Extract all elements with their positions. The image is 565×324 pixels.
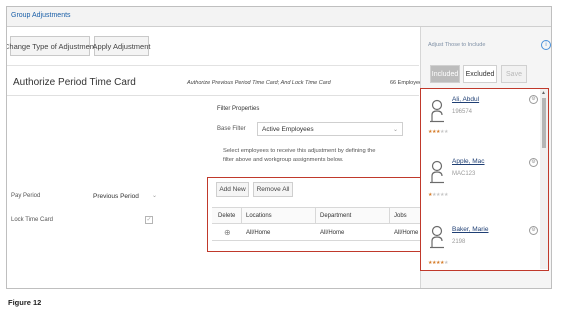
employee-id: 196574 [452,109,473,115]
star-empty-icon: ★ [443,260,448,266]
table-row: ⊕ All/Home All/Home All/Home [212,225,425,241]
gear-icon[interactable]: ⚙ [529,226,538,235]
column-header-jobs: Jobs [394,213,407,219]
panel-heading: Adjust Those to Include [428,42,486,48]
pay-period-value: Previous Period [93,192,139,200]
apply-adjustment-button[interactable]: Apply Adjustment [93,36,150,56]
base-filter-value: Active Employees [262,125,314,133]
rating-stars: ★★★★★ [428,129,448,135]
person-outline-icon [430,99,444,123]
row-locations: All/Home [246,230,271,236]
tab-save[interactable]: Save [501,65,527,83]
remove-all-button[interactable]: Remove All [253,182,293,197]
gear-icon[interactable]: ⚙ [529,158,538,167]
star-empty-icon: ★ [443,129,448,135]
pay-period-select[interactable]: Previous Period ⌄ [89,189,161,203]
employee-id: MAC123 [452,171,476,177]
toolbar-divider [7,65,419,66]
info-circle-icon[interactable]: i [541,40,551,50]
person-outline-icon [430,160,444,184]
workgroup-table-header: Delete Locations Department Jobs [212,207,425,224]
list-item[interactable]: Apple, Mac MAC123 ★★★★★ ⚙ [421,155,538,215]
lock-time-card-label: Lock Time Card [11,217,54,223]
rating-stars: ★★★★★ [428,192,448,198]
filter-help-text: Select employees to receive this adjustm… [223,148,376,163]
header-divider [7,95,419,96]
window-title: Group Adjustments [11,12,71,19]
rating-stars: ★★★★★ [428,260,448,266]
employee-name[interactable]: Baker, Marie [452,226,489,233]
list-item[interactable]: Ali, Abdul 196574 ★★★★★ ⚙ [421,93,538,153]
employee-id: 2198 [452,239,466,245]
list-item[interactable]: Baker, Marie 2198 ★★★★★ ⚙ [421,219,538,270]
employee-list-scrollbar[interactable]: ▲ [540,89,548,269]
person-outline-icon [430,225,444,249]
scrollbar-thumb[interactable] [542,98,546,148]
employee-name[interactable]: Ali, Abdul [452,96,479,103]
chevron-down-icon: ⌄ [151,193,157,199]
lock-time-card-checkbox[interactable]: ✓ [145,216,153,224]
page-subtitle: Authorize Previous Period Time Card; And… [187,80,331,86]
pay-period-label: Pay Period [11,193,41,199]
row-jobs: All/Home [394,230,419,236]
column-divider [389,208,390,224]
column-divider [241,208,242,224]
column-header-locations: Locations [246,213,272,219]
change-type-button[interactable]: Change Type of Adjustment [7,36,96,56]
chevron-down-icon: ⌄ [392,127,398,133]
employee-name[interactable]: Apple, Mac [452,158,485,165]
figure-caption: Figure 12 [8,298,42,307]
delete-circle-icon[interactable]: ⊕ [224,228,231,237]
add-new-button[interactable]: Add New [216,182,249,197]
row-department: All/Home [320,230,345,236]
column-divider [315,208,316,224]
star-empty-icon: ★ [443,192,448,198]
base-filter-select[interactable]: Active Employees ⌄ [257,122,403,136]
tab-excluded[interactable]: Excluded [463,65,497,83]
column-header-department: Department [320,213,352,219]
gear-icon[interactable]: ⚙ [529,95,538,104]
filter-properties-title: Filter Properties [217,106,260,112]
page-title: Authorize Period Time Card [13,77,136,88]
column-header-delete: Delete [218,213,236,219]
base-filter-label: Base Filter [217,126,246,132]
tab-included[interactable]: Included [430,65,460,83]
title-bar: Group Adjustments [7,7,551,27]
employee-list: Ali, Abdul 196574 ★★★★★ ⚙ Apple, Mac MAC… [420,88,549,271]
scroll-up-arrow-icon[interactable]: ▲ [541,90,546,96]
